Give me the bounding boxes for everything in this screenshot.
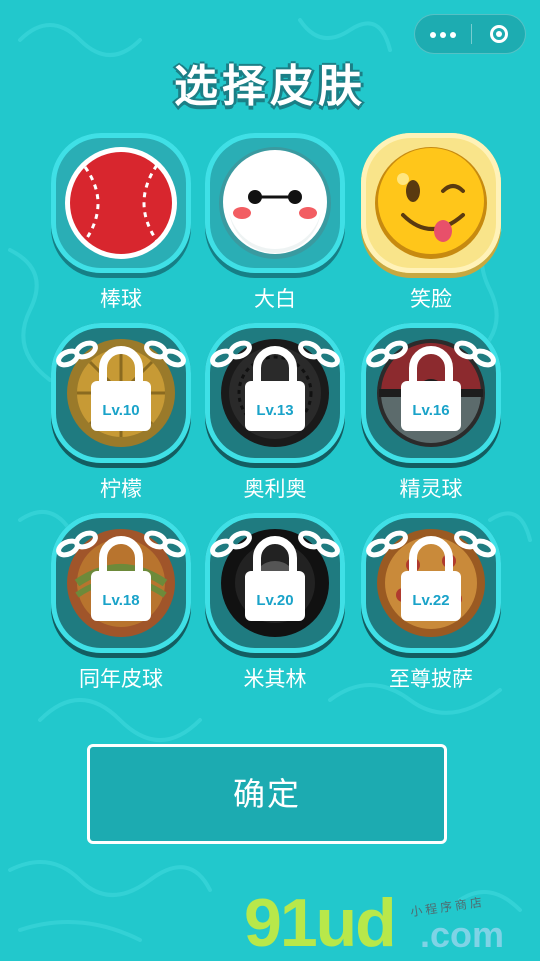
skin-label: 至尊披萨 (389, 667, 473, 691)
skin-label: 笑脸 (410, 287, 452, 311)
lock-level-label: Lv.22 (412, 592, 449, 609)
page-title: 选择皮肤 (174, 61, 366, 112)
skin-label: 米其林 (243, 667, 307, 691)
skin-item-pokeball[interactable]: Lv.16 精灵球 (356, 323, 506, 513)
lock-icon: Lv.20 (210, 530, 340, 621)
skin-label: 精灵球 (399, 477, 463, 501)
lock-level-label: Lv.16 (412, 402, 449, 419)
skin-item-lemon[interactable]: Lv.10 柠檬 (46, 323, 196, 513)
lock-icon: Lv.18 (56, 530, 186, 621)
skin-label: 柠檬 (100, 477, 142, 501)
lock-icon: Lv.13 (210, 340, 340, 431)
skin-label: 奥利奥 (243, 477, 307, 501)
lock-level-label: Lv.10 (102, 402, 139, 419)
more-dots-icon[interactable] (415, 15, 471, 53)
skin-label: 同年皮球 (79, 667, 163, 691)
skin-item-tire[interactable]: Lv.20 米其林 (200, 513, 350, 703)
lock-icon: Lv.22 (366, 530, 496, 621)
baseball-icon (65, 147, 177, 259)
skin-label: 棒球 (100, 287, 142, 311)
skin-label: 大白 (254, 287, 296, 311)
skin-item-pizza[interactable]: Lv.22 至尊披萨 (356, 513, 506, 703)
skin-item-retro-ball[interactable]: Lv.18 同年皮球 (46, 513, 196, 703)
baymax-face-icon (219, 147, 331, 259)
watermark-logo: 91ud 小程序商店 .com (240, 880, 540, 960)
close-circle-icon[interactable] (472, 15, 526, 53)
confirm-button[interactable]: 确定 (87, 744, 447, 844)
skin-item-oreo[interactable]: Lv.13 奥利奥 (200, 323, 350, 513)
lock-icon: Lv.10 (56, 340, 186, 431)
wink-smiley-icon (375, 147, 487, 259)
lock-icon: Lv.16 (366, 340, 496, 431)
lock-level-label: Lv.18 (102, 592, 139, 609)
skin-item-baymax[interactable]: 大白 (200, 133, 350, 323)
skin-item-baseball[interactable]: 棒球 (46, 133, 196, 323)
lock-level-label: Lv.13 (256, 402, 293, 419)
watermark-main: 91ud (244, 885, 397, 961)
lock-level-label: Lv.20 (256, 592, 293, 609)
watermark-domain: .com (420, 914, 505, 955)
mini-program-capsule (414, 14, 526, 54)
skin-item-smiley[interactable]: 笑脸 (356, 133, 506, 323)
